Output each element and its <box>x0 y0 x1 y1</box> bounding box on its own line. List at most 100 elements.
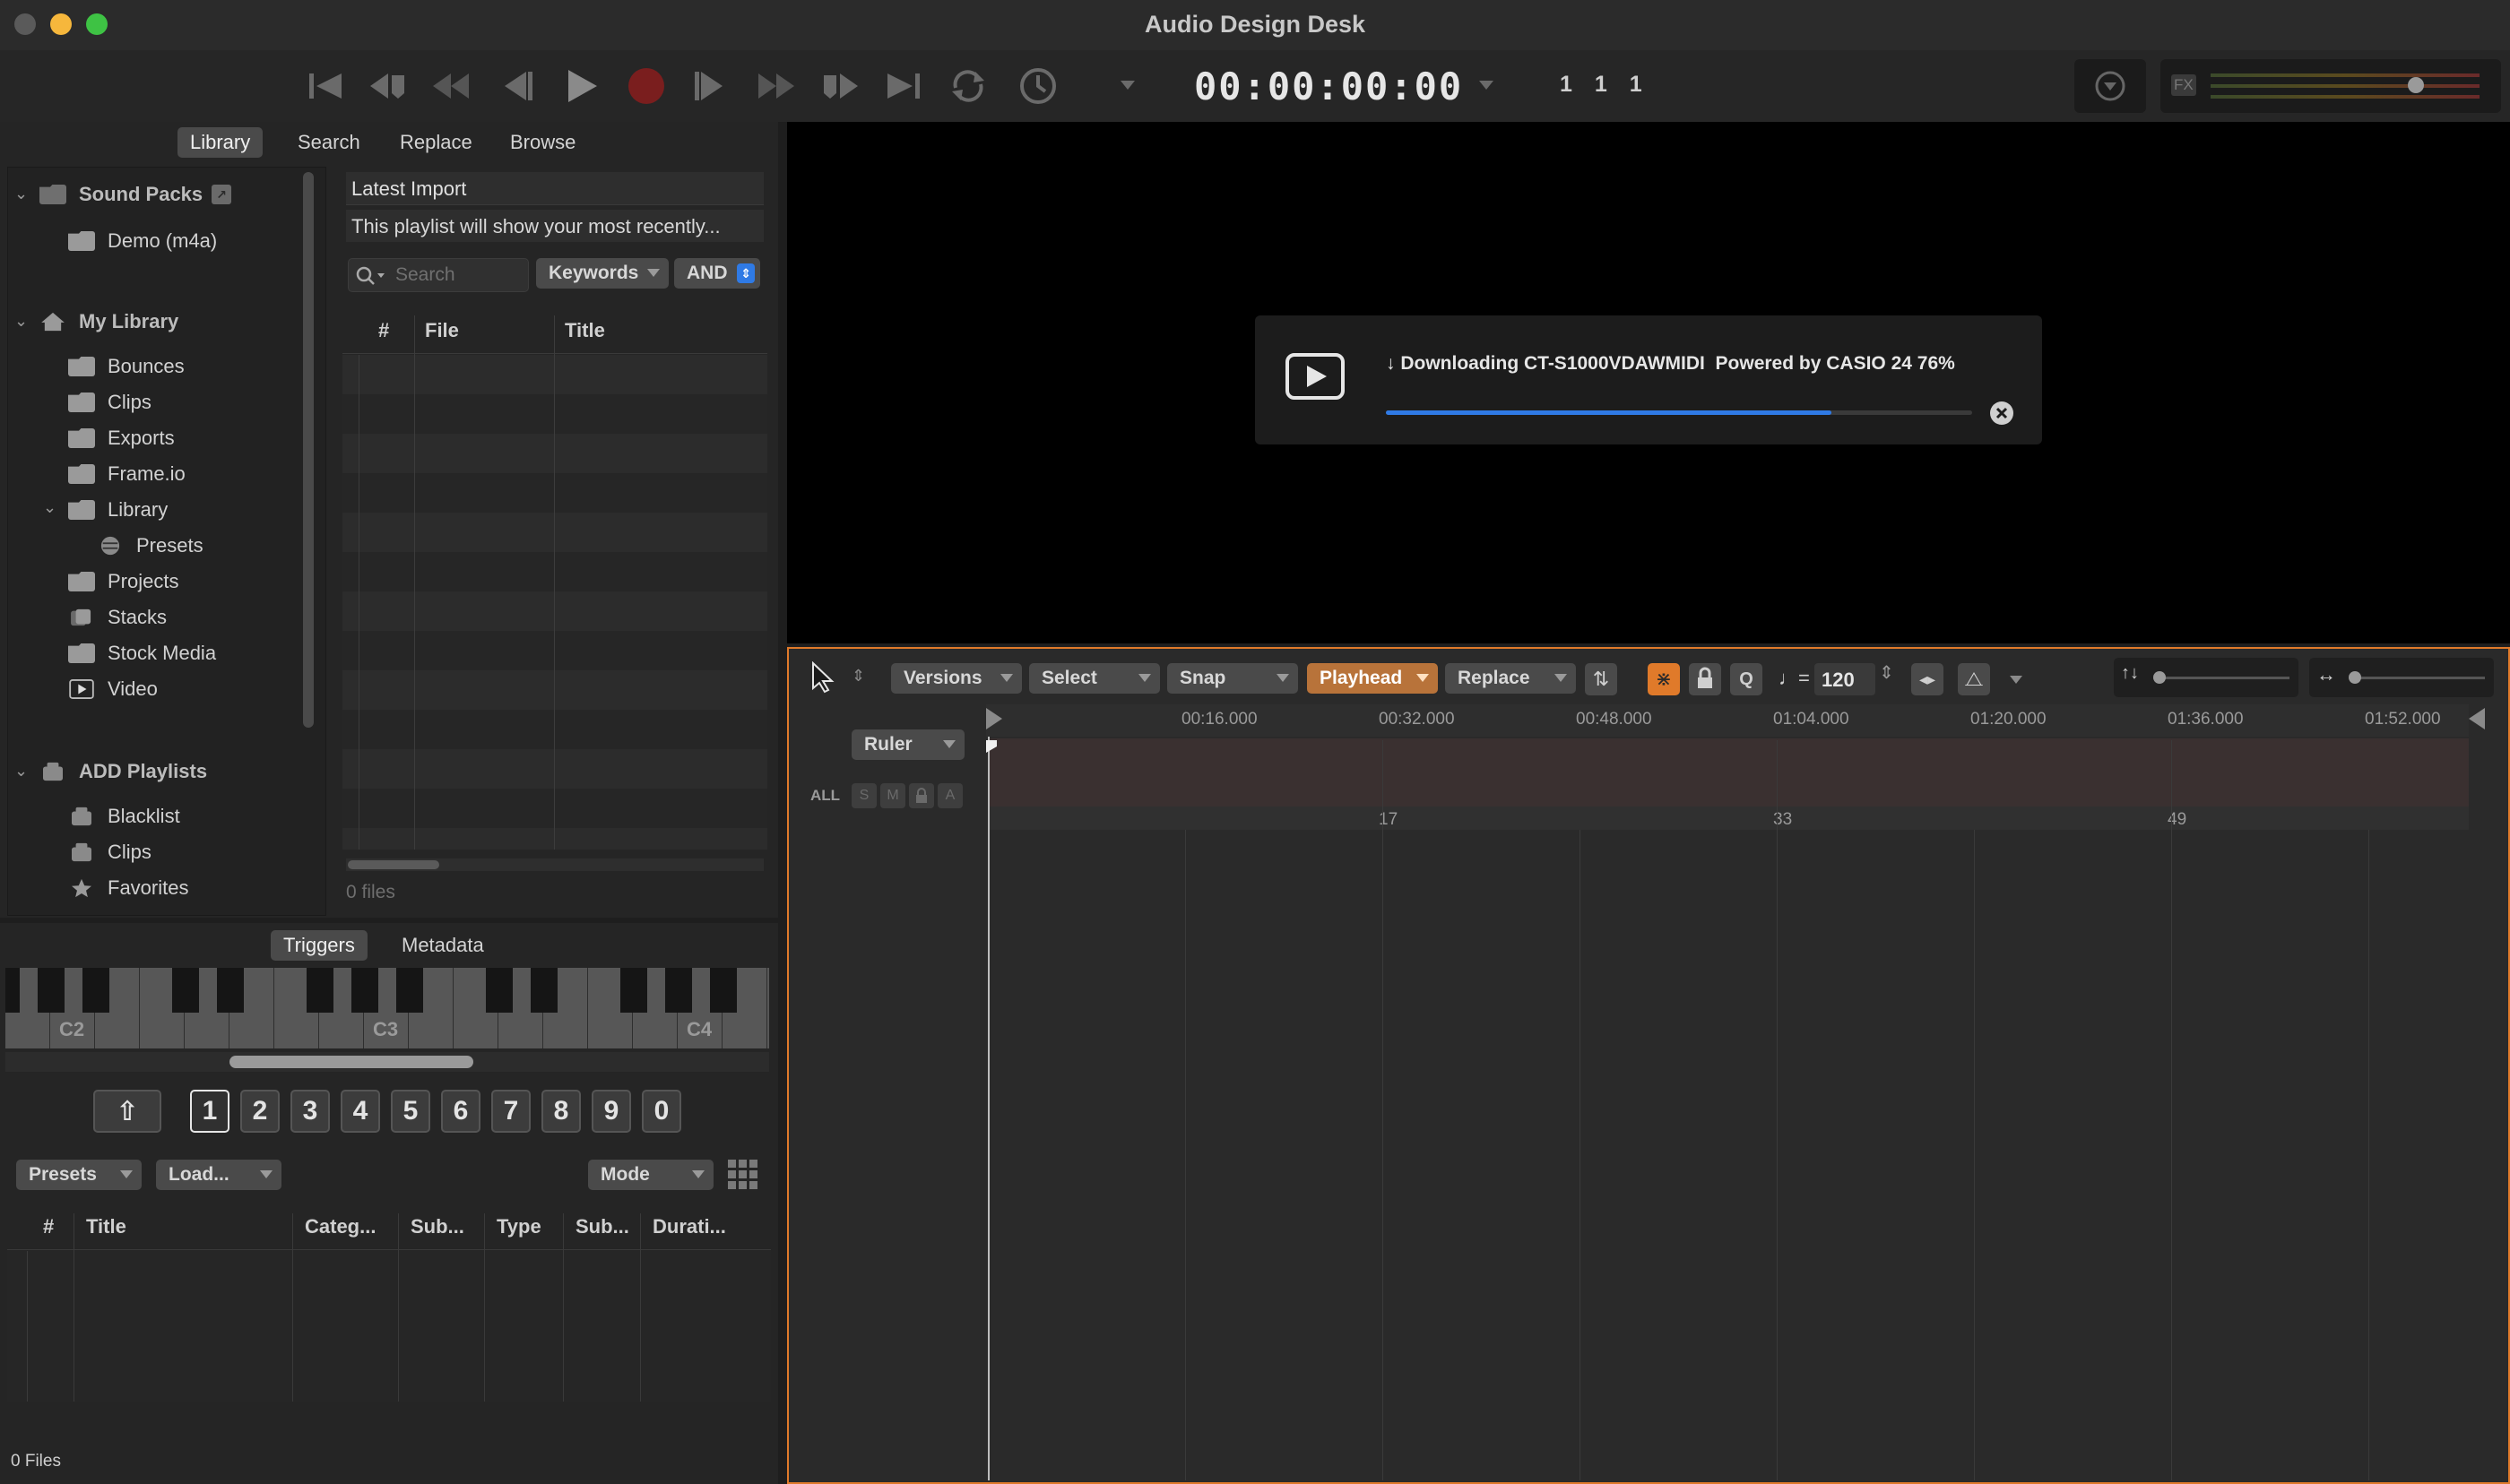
snap-dropdown[interactable]: Snap <box>1167 663 1298 694</box>
slider-knob[interactable] <box>2349 671 2361 684</box>
versions-dropdown[interactable]: Versions <box>891 663 1022 694</box>
tempo-stepper-icon[interactable]: ⇕ <box>1879 661 1894 684</box>
sidebar-section-my-library[interactable]: My Library <box>39 310 178 333</box>
sidebar-item-playlist-clips[interactable]: Clips <box>68 841 151 864</box>
sidebar-item-presets[interactable]: Presets <box>97 534 203 557</box>
horizontal-zoom-slider[interactable]: ↔ <box>2309 658 2494 697</box>
number-key-1[interactable]: 1 <box>190 1090 229 1133</box>
metronome-icon[interactable]: ⧍ <box>1958 663 1990 695</box>
rewind-icon[interactable] <box>424 59 478 113</box>
replace-dropdown[interactable]: Replace <box>1445 663 1576 694</box>
sidebar-scrollbar[interactable] <box>303 172 314 728</box>
column-header-type[interactable]: Type <box>497 1215 541 1238</box>
grid-view-icon[interactable] <box>728 1160 758 1190</box>
column-header-file[interactable]: File <box>425 319 459 342</box>
tab-browse[interactable]: Browse <box>498 127 588 158</box>
next-marker-icon[interactable] <box>813 59 867 113</box>
chevron-down-icon[interactable]: ⌄ <box>14 185 28 203</box>
lock-icon[interactable] <box>1689 663 1721 695</box>
step-forward-icon[interactable] <box>683 59 737 113</box>
master-track-lane[interactable] <box>990 738 2469 810</box>
number-key-7[interactable]: 7 <box>491 1090 531 1133</box>
column-header-subcategory[interactable]: Sub... <box>411 1215 464 1238</box>
go-to-start-icon[interactable] <box>299 59 352 113</box>
tab-triggers[interactable]: Triggers <box>271 930 368 961</box>
output-selector[interactable] <box>2074 59 2146 113</box>
close-icon[interactable] <box>1988 400 2015 427</box>
sidebar-item-projects[interactable]: Projects <box>68 570 178 593</box>
select-dropdown[interactable]: Select <box>1029 663 1160 694</box>
number-key-5[interactable]: 5 <box>391 1090 430 1133</box>
chevron-down-icon[interactable]: ⌄ <box>14 762 28 781</box>
previous-marker-icon[interactable] <box>361 59 415 113</box>
fx-badge[interactable]: FX <box>2171 74 2196 96</box>
sidebar-item-library[interactable]: Library <box>68 498 168 522</box>
playlist-horizontal-scrollbar[interactable] <box>346 858 764 871</box>
magnet-icon[interactable]: ⋇ <box>1648 663 1680 695</box>
column-header-title[interactable]: Title <box>86 1215 126 1238</box>
number-key-0[interactable]: 0 <box>642 1090 681 1133</box>
tab-metadata[interactable]: Metadata <box>389 930 497 961</box>
ruler-start-marker-icon[interactable] <box>986 708 1002 729</box>
sidebar-item-clips[interactable]: Clips <box>68 391 151 414</box>
sidebar-item-frame-io[interactable]: Frame.io <box>68 462 186 486</box>
number-key-4[interactable]: 4 <box>341 1090 380 1133</box>
number-key-3[interactable]: 3 <box>290 1090 330 1133</box>
timecode-display[interactable]: 00:00:00:00 <box>1194 65 1463 108</box>
sidebar-item-exports[interactable]: Exports <box>68 427 175 450</box>
bar-ruler[interactable] <box>990 807 2469 830</box>
number-key-2[interactable]: 2 <box>240 1090 280 1133</box>
sidebar-item-bounces[interactable]: Bounces <box>68 355 185 378</box>
record-icon[interactable] <box>619 59 673 113</box>
ruler-dropdown[interactable]: Ruler <box>852 729 965 760</box>
quantize-icon[interactable]: Q <box>1730 663 1762 695</box>
sidebar-item-blacklist[interactable]: Blacklist <box>68 805 180 828</box>
keyboard-scrollbar[interactable] <box>5 1052 769 1072</box>
loop-icon[interactable] <box>941 59 995 113</box>
vertical-zoom-slider[interactable]: ↑↓ <box>2114 658 2298 697</box>
column-header-number[interactable]: # <box>43 1215 54 1238</box>
mute-all-button[interactable]: M <box>880 783 905 808</box>
tab-search[interactable]: Search <box>285 127 373 158</box>
playhead-dropdown[interactable]: Playhead <box>1307 663 1438 694</box>
tab-library[interactable]: Library <box>177 127 264 158</box>
external-link-icon[interactable]: ↗ <box>212 185 232 204</box>
tempo-input[interactable]: 120 <box>1814 663 1875 695</box>
column-header-duration[interactable]: Durati... <box>653 1215 726 1238</box>
tempo-sync-icon[interactable]: ◂▸ <box>1911 663 1943 695</box>
timecode-format-chevron-icon[interactable] <box>1479 81 1493 90</box>
number-key-6[interactable]: 6 <box>441 1090 480 1133</box>
clock-icon[interactable] <box>1011 59 1065 113</box>
pointer-tool-icon[interactable] <box>810 661 835 694</box>
keywords-dropdown[interactable]: Keywords <box>536 258 669 289</box>
column-header-number[interactable]: # <box>378 319 389 342</box>
column-header-title[interactable]: Title <box>565 319 605 342</box>
sidebar-section-add-playlists[interactable]: ADD Playlists <box>39 760 207 783</box>
load-dropdown[interactable]: Load... <box>156 1160 281 1190</box>
presets-dropdown[interactable]: Presets <box>16 1160 142 1190</box>
playlist-search-input[interactable]: Search <box>348 258 529 292</box>
sidebar-item-stock-media[interactable]: Stock Media <box>68 642 216 665</box>
solo-all-button[interactable]: S <box>852 783 877 808</box>
chevron-down-icon[interactable]: ⌄ <box>43 498 56 517</box>
piano-keyboard[interactable]: C2 C3 C4 <box>0 968 769 1048</box>
tab-replace[interactable]: Replace <box>387 127 485 158</box>
keyboard-scroll-thumb[interactable] <box>229 1056 473 1068</box>
sidebar-item-video[interactable]: Video <box>68 677 158 701</box>
fast-forward-icon[interactable] <box>749 59 803 113</box>
chevron-down-icon[interactable] <box>1121 81 1135 90</box>
playlist-title-field[interactable]: Latest Import <box>346 172 764 205</box>
arrange-icon[interactable]: ⇅ <box>1585 663 1617 695</box>
go-to-end-icon[interactable] <box>877 59 930 113</box>
tool-stepper-icon[interactable]: ⇕ <box>852 667 865 686</box>
mode-dropdown[interactable]: Mode <box>588 1160 714 1190</box>
bars-beats-display[interactable]: 1 1 1 <box>1560 72 1642 98</box>
number-key-9[interactable]: 9 <box>592 1090 631 1133</box>
master-volume-knob[interactable] <box>2408 77 2424 93</box>
play-icon[interactable] <box>554 59 608 113</box>
sidebar-section-sound-packs[interactable]: Sound Packs ↗ <box>39 183 232 206</box>
video-play-icon[interactable] <box>1285 353 1345 400</box>
ruler-end-marker-icon[interactable] <box>2469 708 2485 729</box>
playhead-line[interactable] <box>988 737 990 1480</box>
chevron-down-icon[interactable]: ⌄ <box>14 312 28 331</box>
